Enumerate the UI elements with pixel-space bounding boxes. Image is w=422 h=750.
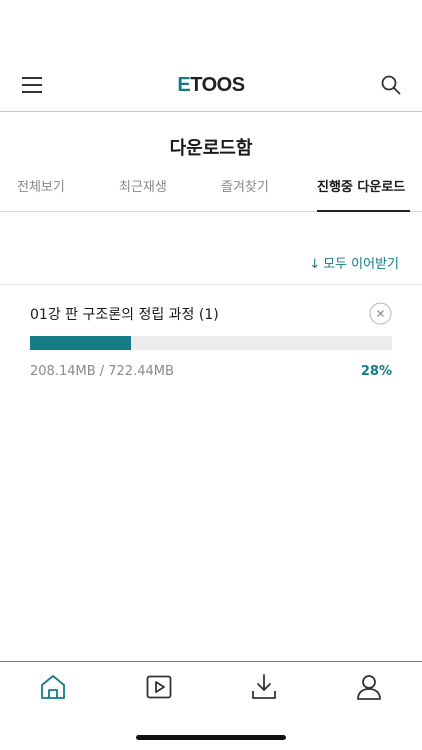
tab-bar: 전체보기 최근재생 즐겨찾기 진행중 다운로드 bbox=[0, 168, 422, 212]
bottom-nav bbox=[0, 661, 422, 723]
download-percent: 28% bbox=[360, 364, 392, 379]
download-title: 01강 판 구조론의 정립 과정 (1) bbox=[30, 307, 219, 323]
down-arrow-icon: ↓ bbox=[309, 257, 321, 272]
download-icon[interactable] bbox=[249, 672, 279, 702]
logo-rest: TOOS bbox=[190, 74, 245, 96]
tab-recent[interactable]: 최근재생 bbox=[119, 176, 167, 195]
home-indicator bbox=[136, 735, 286, 740]
cancel-download-icon[interactable] bbox=[369, 302, 392, 325]
resume-all-label: 모두 이어받기 bbox=[323, 257, 399, 272]
app-header: ETOOS bbox=[0, 60, 422, 112]
download-item: 01강 판 구조론의 정립 과정 (1) 208.14MB / 722.44MB… bbox=[0, 286, 422, 396]
play-icon[interactable] bbox=[144, 672, 174, 702]
etoos-logo[interactable]: ETOOS bbox=[0, 74, 422, 97]
search-icon[interactable] bbox=[380, 74, 402, 96]
download-size: 208.14MB / 722.44MB bbox=[30, 364, 174, 379]
tab-downloading[interactable]: 진행중 다운로드 bbox=[317, 176, 405, 195]
resume-all-button[interactable]: ↓ 모두 이어받기 bbox=[309, 253, 399, 272]
user-icon[interactable] bbox=[354, 672, 384, 702]
active-tab-indicator bbox=[317, 210, 410, 212]
page-title: 다운로드함 bbox=[169, 138, 253, 159]
home-icon[interactable] bbox=[38, 672, 68, 702]
tab-favorites[interactable]: 즐겨찾기 bbox=[221, 176, 269, 195]
tab-all[interactable]: 전체보기 bbox=[17, 176, 65, 195]
logo-first-letter: E bbox=[177, 74, 191, 96]
download-progress-bar bbox=[30, 336, 392, 350]
download-progress-fill bbox=[30, 336, 132, 350]
resume-row: ↓ 모두 이어받기 bbox=[0, 243, 422, 285]
